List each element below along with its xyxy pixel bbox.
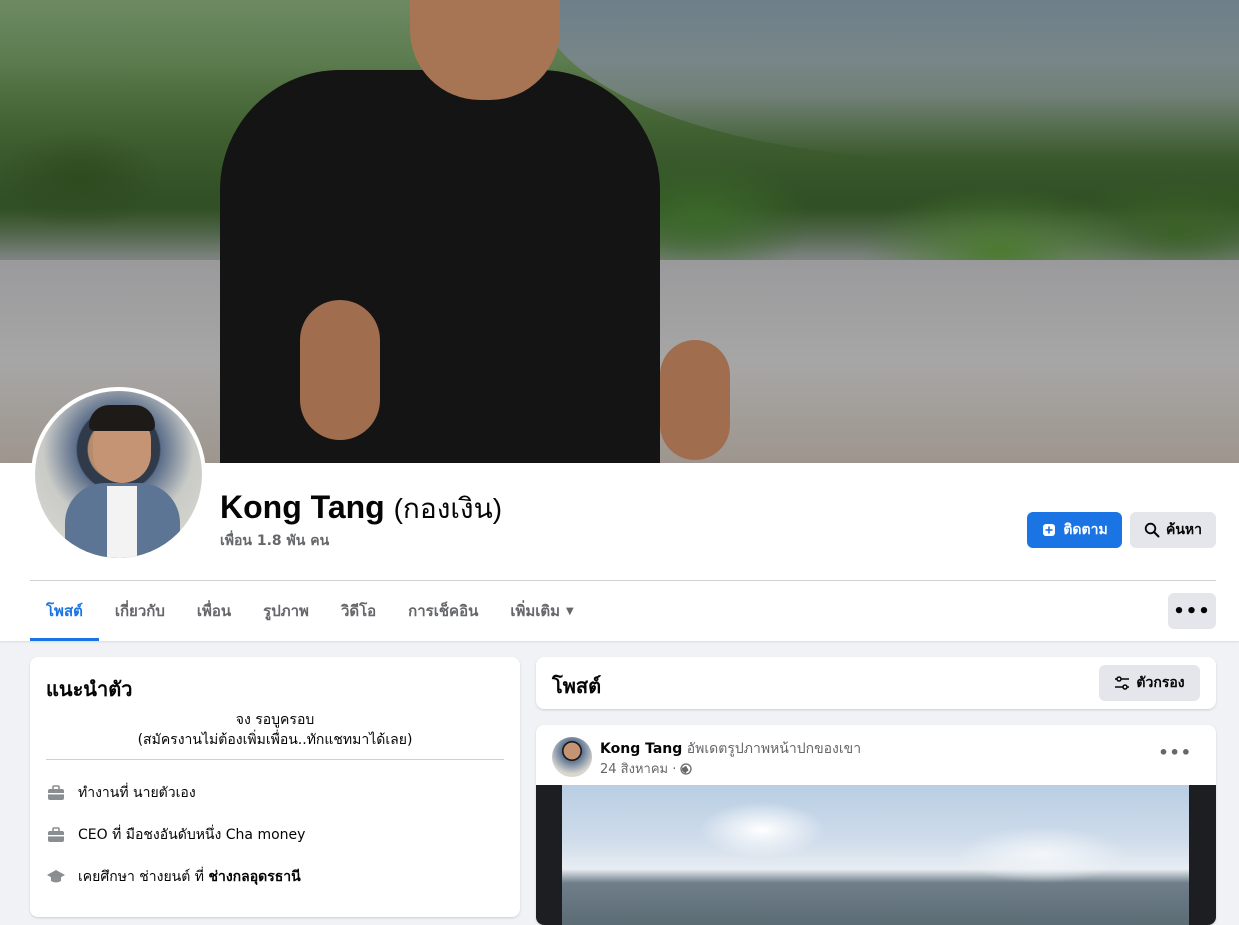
intro-bio: จง รอบูครอบ (สมัครงานไม่ต้องเพิ่มเพื่อน.… [46,710,504,750]
tab-checkins[interactable]: การเช็คอิน [392,581,494,641]
intro-card: แนะนำตัว จง รอบูครอบ (สมัครงานไม่ต้องเพิ… [30,657,520,917]
education-prefix: เคยศึกษา ช่างยนต์ ที่ [78,869,209,885]
filter-label: ตัวกรอง [1136,675,1185,691]
search-button[interactable]: ค้นหา [1130,512,1216,548]
post-photo[interactable] [562,785,1189,925]
post-author-name[interactable]: Kong Tang [600,741,682,757]
tab-label: เพิ่มเติม [510,602,561,620]
briefcase-icon [46,825,66,845]
post-action-text: อัพเดตรูปภาพหน้าปกของเขา [686,741,862,757]
tab-more[interactable]: เพิ่มเติม ▼ [494,581,589,641]
more-options-icon: ••• [1173,600,1211,622]
intro-work-row: ทำงานที่ นายตัวเอง [46,781,196,805]
post-author-avatar[interactable] [552,737,592,777]
tab-label: เกี่ยวกับ [114,602,165,620]
cover-person-shirt [220,70,660,463]
tab-friends[interactable]: เพื่อน [181,581,247,641]
search-label: ค้นหา [1165,522,1203,538]
globe-icon [680,762,693,775]
tab-label: โพสต์ [46,602,83,620]
tab-label: วิดีโอ [340,602,377,620]
post-options-icon: ••• [1158,743,1192,762]
chevron-down-icon: ▼ [566,605,574,617]
tab-label: เพื่อน [196,602,232,620]
posts-header-card: โพสต์ ตัวกรอง [536,657,1216,709]
tab-posts[interactable]: โพสต์ [30,581,99,641]
intro-ceo-row: CEO ที่ มือชงอันดับหนึ่ง Cha money [46,823,305,847]
intro-divider [46,759,504,760]
post-header-text: Kong Tang อัพเดตรูปภาพหน้าปกของเขา [600,738,861,760]
graduation-cap-icon [46,867,66,887]
filter-button[interactable]: ตัวกรอง [1099,665,1200,701]
bio-line-1: จง รอบูครอบ [235,712,315,728]
intro-title: แนะนำตัว [46,677,133,701]
follow-icon [1043,524,1056,536]
post-card: Kong Tang อัพเดตรูปภาพหน้าปกของเขา 24 สิ… [536,725,1216,925]
avatar-hair [89,405,155,431]
follow-button[interactable]: ติดตาม [1027,512,1122,548]
avatar-photo [35,391,202,558]
tab-label: รูปภาพ [263,602,309,620]
posts-title: โพสต์ [552,674,602,698]
profile-tabs: โพสต์ เกี่ยวกับ เพื่อน รูปภาพ วิดีโอ การ… [30,581,590,641]
briefcase-icon [46,783,66,803]
more-options-button[interactable]: ••• [1168,593,1216,629]
post-date[interactable]: 24 สิงหาคม · [600,758,676,779]
profile-alt-name: (กองเงิน) [393,493,503,524]
tab-photos[interactable]: รูปภาพ [247,581,325,641]
profile-avatar[interactable] [31,387,206,562]
cover-photo[interactable] [0,0,1239,463]
avatar-shirt [107,486,137,558]
tab-videos[interactable]: วิดีโอ [325,581,392,641]
intro-education-row: เคยศึกษา ช่างยนต์ ที่ ช่างกลอุดรธานี [46,865,301,889]
bio-line-2: (สมัครงานไม่ต้องเพิ่มเพื่อน..ทักแชทมาได้… [137,732,413,748]
cover-person-hand-right [660,340,730,460]
post-options-button[interactable]: ••• [1158,743,1192,762]
friends-count[interactable]: เพื่อน 1.8 พัน คน [220,530,329,552]
follow-label: ติดตาม [1063,522,1108,538]
post-photo-frame [536,785,1216,925]
filter-icon [1115,676,1130,690]
profile-name: Kong Tang (กองเงิน) [220,487,502,531]
ceo-text: CEO ที่ มือชงอันดับหนึ่ง Cha money [78,827,306,843]
profile-name-text: Kong Tang [220,489,385,525]
cover-person-hand-left [300,300,380,440]
tab-label: การเช็คอิน [408,602,479,620]
school-link[interactable]: ช่างกลอุดรธานี [208,869,300,885]
post-meta: 24 สิงหาคม · [600,758,693,779]
work-text: ทำงานที่ นายตัวเอง [78,785,196,801]
search-icon [1144,522,1160,538]
education-text: เคยศึกษา ช่างยนต์ ที่ ช่างกลอุดรธานี [78,866,301,888]
tab-about[interactable]: เกี่ยวกับ [99,581,181,641]
